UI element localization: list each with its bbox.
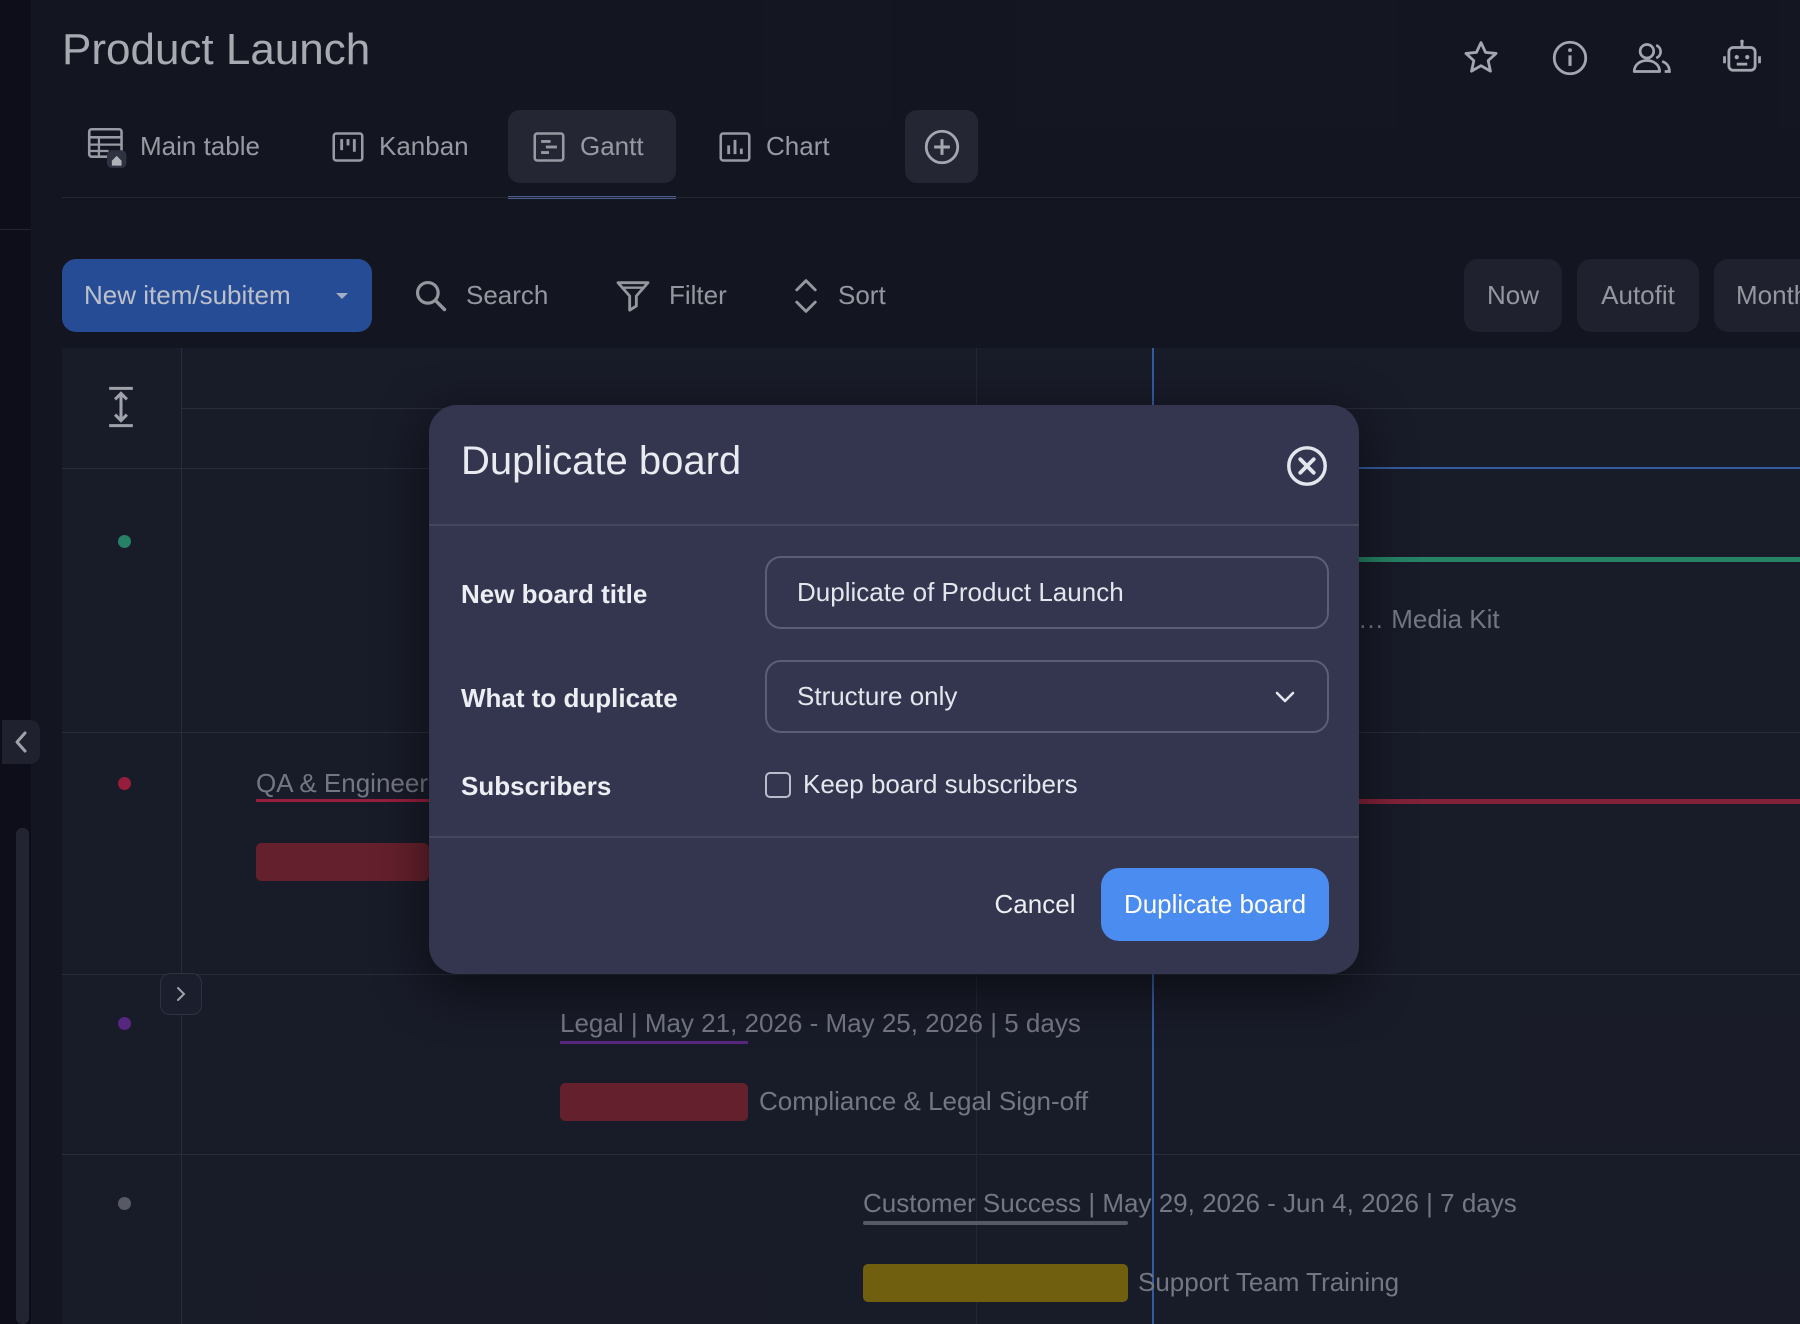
- chevron-down-icon: [1273, 689, 1297, 705]
- close-dialog-button[interactable]: [1283, 442, 1331, 490]
- what-to-duplicate-label: What to duplicate: [461, 683, 678, 713]
- dialog-header-divider: [429, 524, 1359, 526]
- keep-subscribers-label[interactable]: Keep board subscribers: [803, 769, 1078, 800]
- new-board-title-value: Duplicate of Product Launch: [797, 577, 1124, 607]
- keep-subscribers-checkbox[interactable]: [765, 772, 791, 798]
- duplicate-board-button[interactable]: Duplicate board: [1101, 868, 1329, 941]
- new-board-title-label: New board title: [461, 579, 648, 609]
- dialog-title: Duplicate board: [461, 439, 742, 483]
- subscribers-label: Subscribers: [461, 771, 612, 801]
- what-to-duplicate-value: Structure only: [797, 681, 958, 711]
- what-to-duplicate-select[interactable]: Structure only: [765, 660, 1329, 733]
- cancel-label: Cancel: [994, 889, 1076, 919]
- duplicate-board-label: Duplicate board: [1123, 889, 1307, 919]
- duplicate-board-dialog: Duplicate board New board title Duplicat…: [429, 405, 1359, 974]
- new-board-title-input[interactable]: Duplicate of Product Launch: [765, 556, 1329, 629]
- close-icon: [1284, 443, 1330, 489]
- cancel-button[interactable]: Cancel: [975, 868, 1095, 941]
- dialog-footer-divider: [429, 836, 1359, 838]
